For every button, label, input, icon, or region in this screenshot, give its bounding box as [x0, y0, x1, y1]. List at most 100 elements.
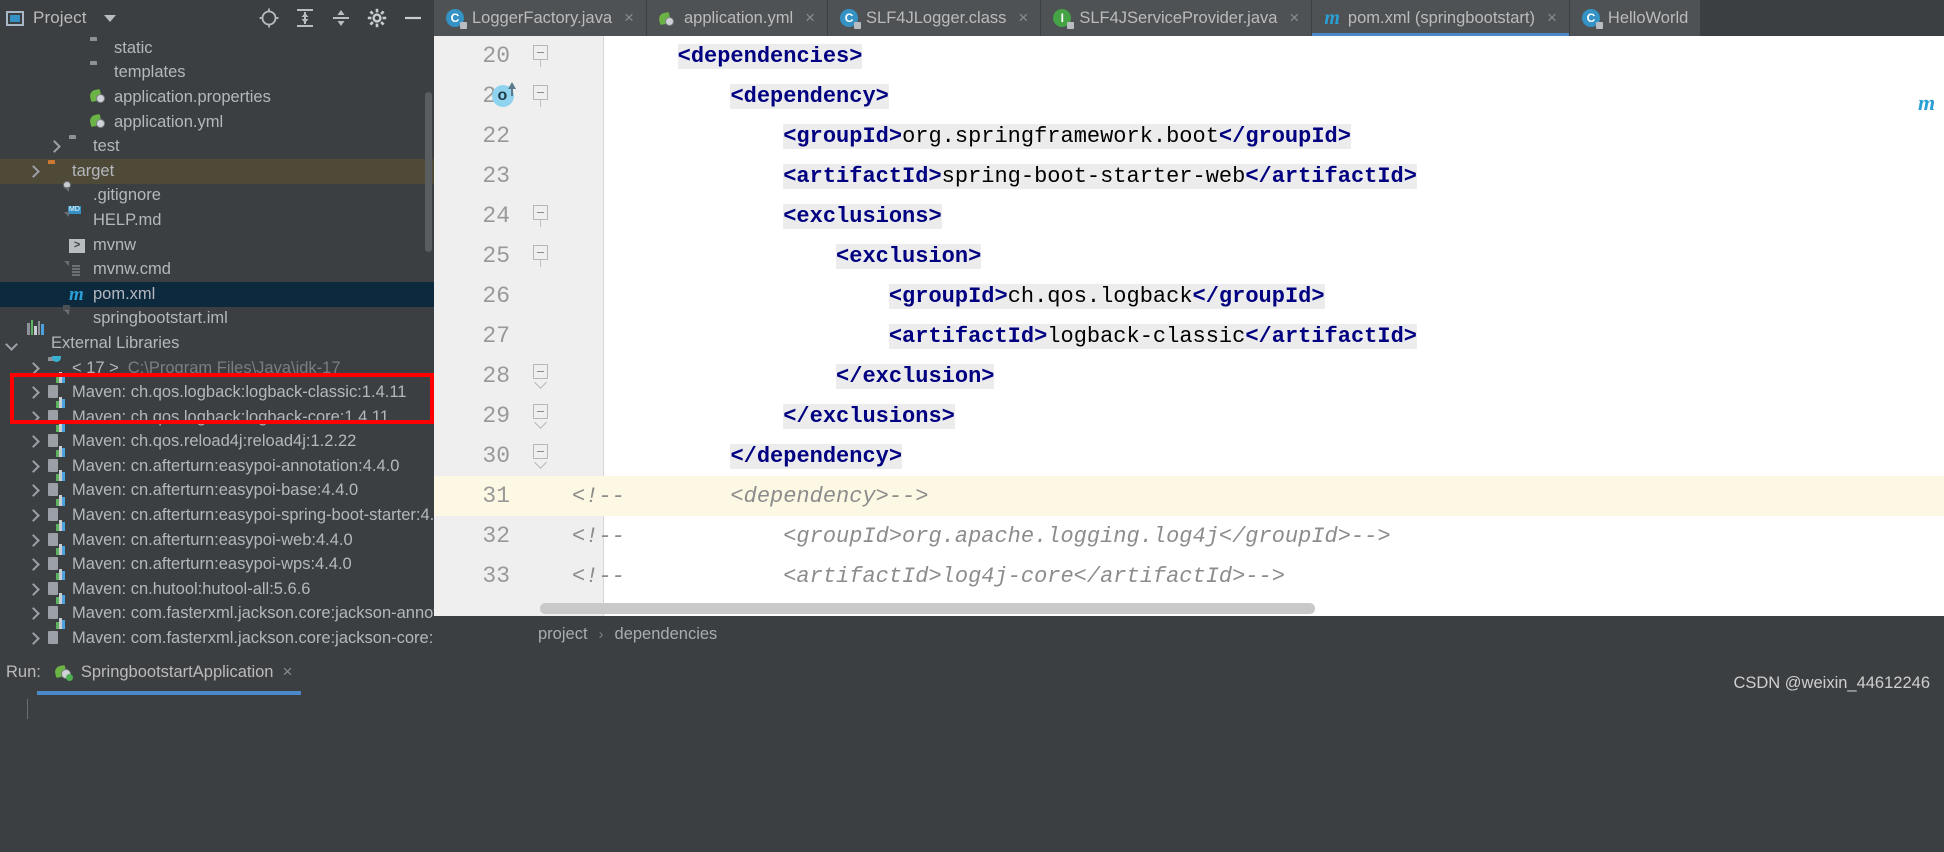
code-line[interactable]: 32 <!-- <groupId>org.apache.logging.log4j… — [434, 516, 1944, 556]
fold-toggle-icon[interactable] — [526, 444, 554, 469]
editor-tab[interactable]: C HelloWorld — [1569, 0, 1702, 36]
fold-toggle-icon[interactable] — [526, 364, 554, 389]
close-icon[interactable]: × — [1547, 9, 1557, 26]
chevron-right-icon[interactable] — [48, 140, 61, 153]
line-number: 23 — [482, 163, 510, 189]
code-line[interactable]: 33 <!-- <artifactId>log4j-core</artifactI… — [434, 556, 1944, 596]
editor-tab-bar[interactable]: C LoggerFactory.java × application.yml × C SLF… — [434, 0, 1944, 36]
tree-item[interactable]: springbootstart.iml — [0, 307, 434, 332]
tree-item[interactable]: Maven: com.fasterxml.jackson.core:jackso… — [0, 618, 434, 651]
tree-item[interactable]: Maven: cn.afterturn:easypoi-wps:4.4.0 — [0, 544, 434, 577]
breadcrumb-item[interactable]: dependencies — [615, 625, 718, 644]
code-editor[interactable]: 20 <dependencies>21o <dependency>22 <gro… — [434, 36, 1944, 616]
tree-item[interactable]: Maven: ch.qos.logback:logback-classic:1.… — [0, 372, 434, 405]
chevron-right-icon[interactable] — [27, 607, 40, 620]
tree-arrow-placeholder — [48, 214, 61, 227]
chevron-down-icon[interactable] — [6, 337, 19, 350]
fold-toggle-icon[interactable] — [526, 45, 554, 67]
chevron-right-icon[interactable] — [27, 460, 40, 473]
fold-toggle-icon[interactable] — [526, 404, 554, 429]
tree-item-label: springbootstart.iml — [93, 309, 228, 328]
code-line[interactable]: 25 <exclusion> — [434, 236, 1944, 276]
code-line[interactable]: 20 <dependencies> — [434, 36, 1944, 76]
maven-icon[interactable]: m — [1918, 90, 1940, 116]
tree-item[interactable]: target — [0, 158, 434, 184]
code-line[interactable]: 29 </exclusions> — [434, 396, 1944, 436]
breadcrumb[interactable]: project › dependencies — [434, 616, 1944, 652]
folder-orange-icon — [48, 163, 65, 180]
code-line-text: <artifactId>spring-boot-starter-web</art… — [783, 163, 1417, 189]
editor-tab[interactable]: m pom.xml (springbootstart) × — [1312, 0, 1570, 36]
chevron-right-icon[interactable] — [27, 411, 40, 424]
code-line[interactable]: 30 </dependency> — [434, 436, 1944, 476]
tree-item[interactable]: test — [0, 134, 434, 159]
project-panel-title-group[interactable]: Project — [6, 8, 116, 28]
close-icon[interactable]: × — [805, 9, 815, 26]
chevron-right-icon[interactable] — [27, 534, 40, 547]
code-line[interactable]: 24 <exclusions> — [434, 196, 1944, 236]
code-line[interactable]: 26 <groupId>ch.qos.logback</groupId> — [434, 276, 1944, 316]
tree-item[interactable]: Maven: ch.qos.reload4j:reload4j:1.2.22 — [0, 421, 434, 455]
chevron-right-icon[interactable] — [27, 362, 40, 375]
collapse-all-icon[interactable] — [330, 7, 352, 29]
tree-item[interactable]: External Libraries — [0, 319, 434, 356]
tree-item[interactable]: Maven: cn.afterturn:easypoi-base:4.4.0 — [0, 470, 434, 504]
tree-item[interactable]: > mvnw — [0, 233, 434, 258]
vcs-change-marker-icon[interactable]: o — [492, 82, 518, 109]
chevron-right-icon[interactable] — [27, 165, 40, 178]
tree-item[interactable]: < 17 > C:\Program Files\Java\jdk-17 — [0, 355, 434, 381]
tree-item-label: application.yml — [114, 112, 224, 131]
chevron-right-icon[interactable] — [27, 583, 40, 596]
code-line[interactable]: 23 <artifactId>spring-boot-starter-web</… — [434, 156, 1944, 196]
code-line[interactable]: 31 <!-- <dependency>--> — [434, 476, 1944, 516]
tree-item[interactable]: Maven: ch.qos.logback:logback-core:1.4.1… — [0, 396, 434, 430]
tree-item[interactable]: .gitignore — [0, 184, 434, 209]
tree-item[interactable]: templates — [0, 61, 434, 86]
code-line[interactable]: 27 <artifactId>logback-classic</artifact… — [434, 316, 1944, 356]
editor-tab[interactable]: C LoggerFactory.java × — [434, 0, 647, 36]
editor-tab[interactable]: I SLF4JServiceProvider.java × — [1041, 0, 1313, 36]
locate-icon[interactable] — [258, 7, 280, 29]
minimize-icon[interactable] — [402, 7, 424, 29]
chevron-right-icon[interactable] — [27, 558, 40, 571]
editor-code-area[interactable]: 20 <dependencies>21o <dependency>22 <gro… — [434, 36, 1944, 596]
code-line[interactable]: 28 </exclusion> — [434, 356, 1944, 396]
editor-tab[interactable]: application.yml × — [646, 0, 829, 36]
fold-toggle-icon[interactable] — [526, 85, 554, 107]
chevron-right-icon[interactable] — [27, 484, 40, 497]
tree-arrow-placeholder — [69, 91, 82, 104]
close-icon[interactable]: × — [1289, 9, 1299, 26]
run-configuration-tab[interactable]: SpringbootstartApplication × — [55, 662, 292, 682]
tree-item[interactable]: static — [0, 36, 434, 61]
expand-all-icon[interactable] — [294, 7, 316, 29]
code-line[interactable]: 22 <groupId>org.springframework.boot</gr… — [434, 116, 1944, 156]
close-icon[interactable]: × — [282, 662, 292, 682]
tree-item[interactable]: mvnw.cmd — [0, 257, 434, 282]
tree-item[interactable]: application.properties — [0, 85, 434, 110]
tree-item[interactable]: Maven: com.fasterxml.jackson.core:jackso… — [0, 593, 434, 627]
fold-toggle-icon[interactable] — [526, 245, 554, 267]
project-tree-scrollbar[interactable] — [425, 92, 432, 252]
chevron-right-icon[interactable] — [27, 632, 40, 645]
editor-tab[interactable]: C SLF4JLogger.class × — [828, 0, 1042, 36]
tree-item[interactable]: Maven: cn.afterturn:easypoi-spring-boot-… — [0, 495, 434, 528]
gear-icon[interactable] — [366, 7, 388, 29]
breadcrumb-item[interactable]: project — [538, 625, 588, 644]
editor-hscrollbar[interactable] — [540, 603, 1315, 614]
close-icon[interactable]: × — [1018, 9, 1028, 26]
tree-item[interactable]: Maven: cn.hutool:hutool-all:5.6.6 — [0, 568, 434, 602]
chevron-right-icon[interactable] — [27, 435, 40, 448]
tree-item[interactable]: Maven: cn.afterturn:easypoi-web:4.4.0 — [0, 519, 434, 553]
code-line[interactable]: 21o <dependency> — [434, 76, 1944, 116]
fold-toggle-icon[interactable] — [526, 205, 554, 227]
chevron-down-icon[interactable] — [103, 14, 116, 22]
chevron-right-icon[interactable] — [27, 386, 40, 399]
tree-item[interactable]: Maven: cn.afterturn:easypoi-annotation:4… — [0, 445, 434, 479]
jar-icon — [48, 618, 65, 647]
tree-item[interactable]: HELP.md — [0, 208, 434, 233]
tree-item[interactable]: m pom.xml — [0, 281, 434, 307]
chevron-right-icon[interactable] — [27, 509, 40, 522]
code-line-text: <groupId>org.springframework.boot</group… — [783, 123, 1351, 149]
close-icon[interactable]: × — [624, 9, 634, 26]
tree-item[interactable]: application.yml — [0, 110, 434, 135]
